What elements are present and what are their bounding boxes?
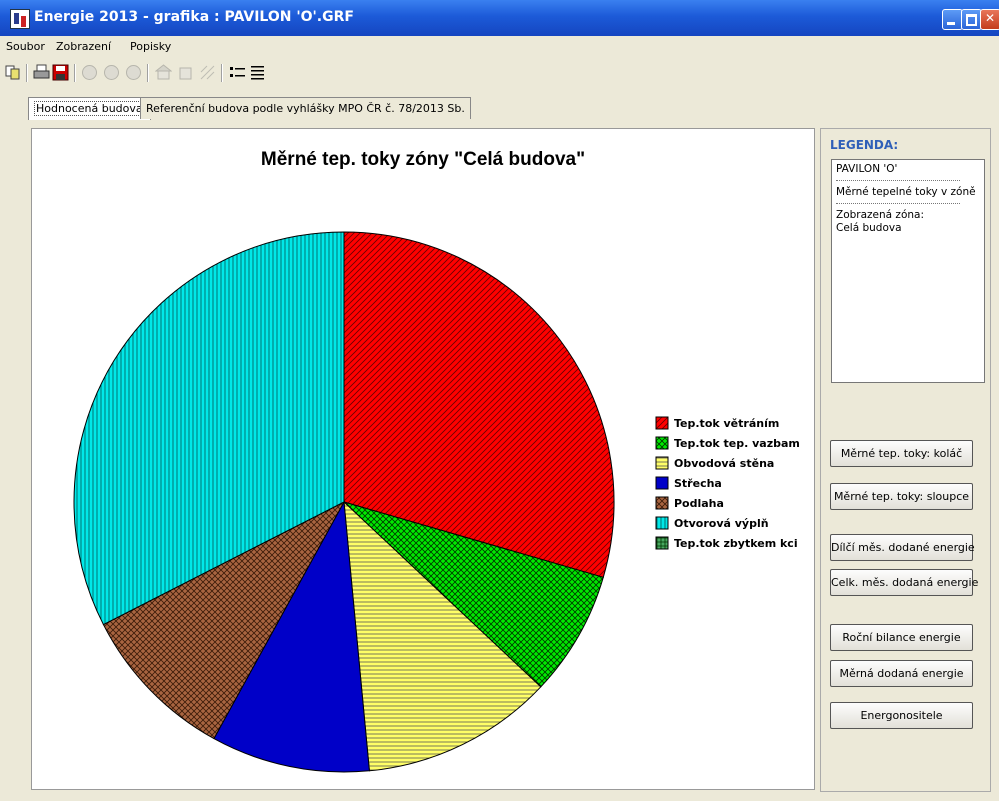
window-title: Energie 2013 - grafika : PAVILON 'O'.GRF: [34, 9, 354, 25]
legend-swatch: [655, 436, 669, 450]
bar-chart-button[interactable]: Měrné tep. toky: sloupce: [830, 483, 973, 510]
legend-swatch: [655, 516, 669, 530]
legend-swatch: [655, 416, 669, 430]
energy-carriers-button[interactable]: Energonositele: [830, 702, 973, 729]
legend-heading: LEGENDA:: [830, 138, 899, 152]
copy-icon[interactable]: [5, 64, 22, 81]
legend-entry: Obvodová stěna: [674, 457, 774, 470]
tab-referencni-budova[interactable]: Referenční budova podle vyhlášky MPO ČR …: [140, 97, 471, 119]
toolbar-separator: [147, 64, 149, 82]
reference-building-icon[interactable]: [177, 64, 194, 81]
minimize-button[interactable]: [942, 9, 963, 30]
toolbar-separator: [26, 64, 28, 82]
grid-icon[interactable]: [199, 64, 216, 81]
save-icon[interactable]: [52, 64, 69, 81]
legend-entry: Střecha: [674, 477, 722, 490]
legend-info-box: PAVILON 'O' Měrné tepelné toky v zóně Zo…: [831, 159, 985, 383]
pie-chart: Tep.tok větráním Tep.tok tep. vazbam Obvod…: [73, 231, 800, 773]
divider: [836, 203, 960, 204]
toolbar-separator: [221, 64, 223, 82]
title-bar: Energie 2013 - grafika : PAVILON 'O'.GRF: [0, 0, 999, 36]
legend-entry: Tep.tok zbytkem kci: [674, 537, 798, 550]
tab-hodnocena-budova[interactable]: Hodnocená budova: [28, 97, 151, 120]
menu-popisky[interactable]: Popisky: [130, 40, 171, 53]
zone-label: Zobrazená zóna:: [836, 209, 924, 221]
zone-prev-icon[interactable]: [81, 64, 98, 81]
partial-monthly-energy-button[interactable]: Dílčí měs. dodané energie: [830, 534, 975, 561]
legend-swatch: [655, 536, 669, 550]
legend-list-icon[interactable]: [229, 64, 246, 81]
app-icon[interactable]: [10, 9, 30, 29]
align-icon[interactable]: [249, 64, 266, 81]
object-name: PAVILON 'O': [836, 163, 898, 175]
toolbar: [0, 60, 999, 86]
close-button[interactable]: [980, 9, 999, 30]
legend-entry: Otvorová výplň: [674, 517, 769, 530]
status-bar: [0, 795, 999, 801]
legend-swatch: [655, 496, 669, 510]
specific-energy-button[interactable]: Měrná dodaná energie: [830, 660, 973, 687]
menu-soubor[interactable]: Soubor: [6, 40, 45, 53]
right-panel: LEGENDA: PAVILON 'O' Měrné tepelné toky …: [820, 128, 991, 792]
print-icon[interactable]: [33, 64, 50, 81]
total-monthly-energy-button[interactable]: Celk. měs. dodaná energie: [830, 569, 978, 596]
building-icon[interactable]: [155, 64, 172, 81]
chart-area: Měrné tep. toky zóny "Celá budova" Tep.t…: [31, 128, 815, 790]
legend-entry: Podlaha: [674, 497, 724, 510]
annual-balance-button[interactable]: Roční bilance energie: [830, 624, 973, 651]
legend-swatch: [655, 476, 669, 490]
pie-chart-button[interactable]: Měrné tep. toky: koláč: [830, 440, 973, 467]
legend-swatch: [655, 456, 669, 470]
zone-next-icon[interactable]: [125, 64, 142, 81]
chart-description: Měrné tepelné toky v zóně: [836, 186, 976, 198]
zone-icon[interactable]: [103, 64, 120, 81]
divider: [836, 180, 960, 181]
legend-entry: Tep.tok větráním: [674, 417, 779, 430]
zone-name: Celá budova: [836, 222, 902, 234]
menu-bar: Soubor Zobrazení Popisky: [0, 38, 999, 56]
toolbar-separator: [74, 64, 76, 82]
menu-zobrazeni[interactable]: Zobrazení: [56, 40, 111, 53]
maximize-button[interactable]: [961, 9, 982, 30]
legend-entry: Tep.tok tep. vazbam: [674, 437, 800, 450]
